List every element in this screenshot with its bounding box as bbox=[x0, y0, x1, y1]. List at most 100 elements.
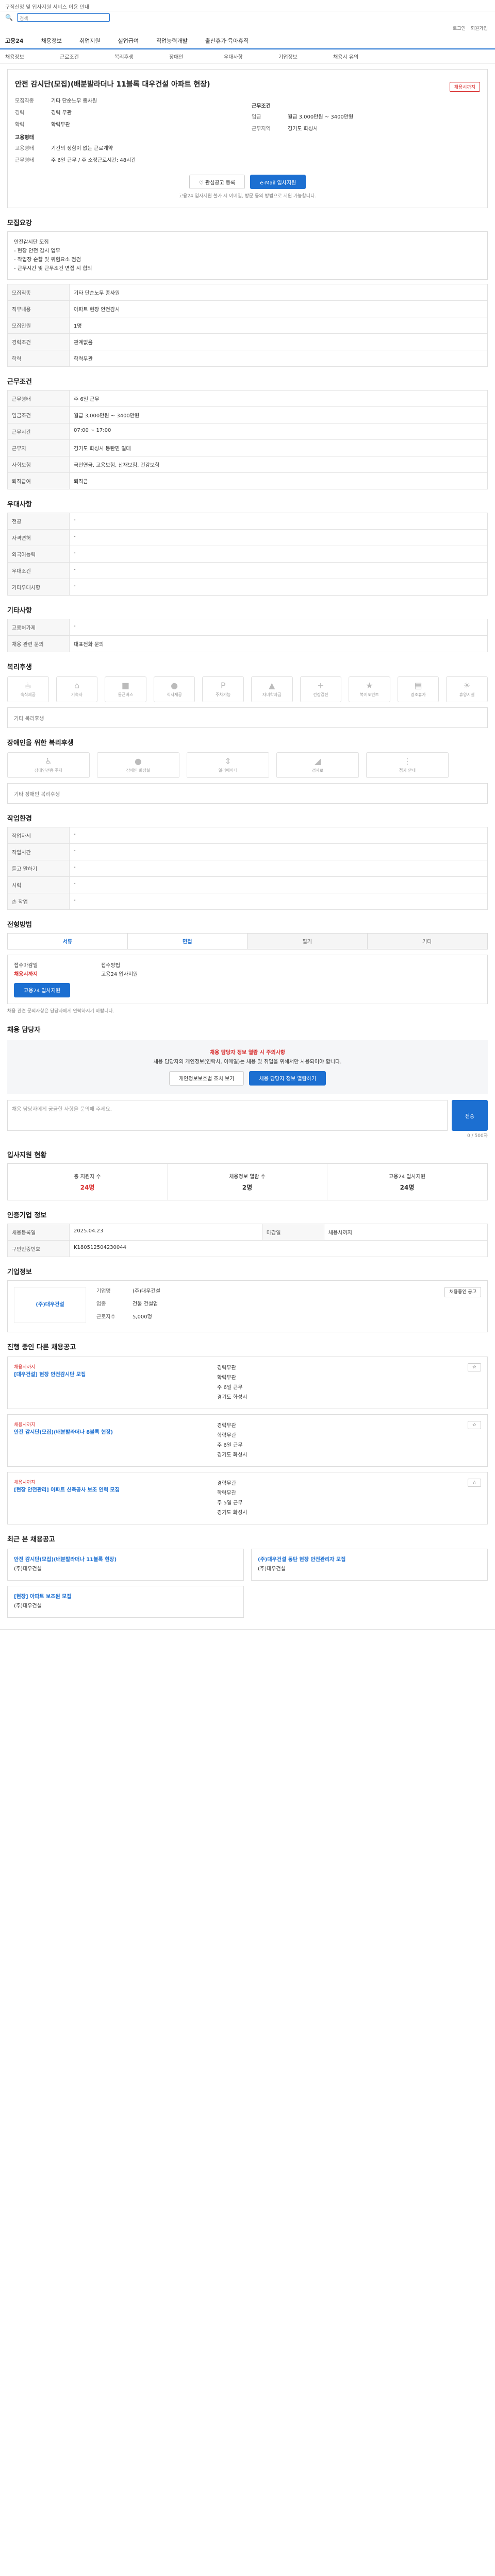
company-box: (주)대우건설 기업명 (주)대우건설 업종 건물 건설업 근로자수 5,000명 채… bbox=[7, 1280, 488, 1332]
table-value: 채용시까지 bbox=[323, 1223, 488, 1241]
table-value: 2025.04.23 bbox=[69, 1223, 262, 1241]
scrap-label: 관심공고 등록 bbox=[205, 180, 236, 186]
stat-value: 2명 bbox=[242, 1183, 253, 1191]
house-icon: ⌂ bbox=[74, 681, 79, 690]
job-card-title[interactable]: 안전 감시단(모집)(배분발라더나 8블록 현장) bbox=[14, 1428, 210, 1435]
kv-value: 월급 3,000만원 ~ 3400만원 bbox=[288, 114, 354, 120]
welfare-label: 건강검진 bbox=[313, 692, 328, 697]
section-title: 기업정보 bbox=[7, 1268, 32, 1276]
footer bbox=[0, 1629, 495, 1665]
bus-icon: ■ bbox=[121, 681, 130, 690]
disability-label: 경사로 bbox=[311, 768, 324, 773]
view-contact-button[interactable]: 채용 담당자 정보 열람하기 bbox=[249, 1071, 326, 1086]
apply-key: 접수마감일 bbox=[14, 962, 38, 969]
anchor-tab[interactable]: 우대사항 bbox=[224, 53, 278, 60]
util-menu: 로그인 회원가입 bbox=[0, 24, 495, 33]
gnb-item[interactable]: 출산휴가·육아휴직 bbox=[205, 37, 249, 45]
method-tab[interactable]: 기타 bbox=[367, 933, 487, 949]
recent-job-title[interactable]: (주)대우건설 동탄 현장 안전관리자 모집 bbox=[258, 1555, 481, 1565]
job-meta: 경기도 화성시 bbox=[217, 1452, 248, 1458]
login-link[interactable]: 로그인 bbox=[453, 25, 466, 32]
kv-value: 건물 건설업 bbox=[133, 1301, 158, 1307]
job-card[interactable]: 채용시까지 안전 감시단(모집)(배분발라더나 8블록 현장) 경력무관 학력무관 주… bbox=[7, 1414, 488, 1467]
method-tab[interactable]: 면접 bbox=[127, 933, 248, 949]
disability-label: 점자 안내 bbox=[399, 768, 416, 773]
desc-line: - 현장 안전 감시 업무 bbox=[14, 248, 60, 254]
search-icon: 🔍 bbox=[5, 14, 13, 21]
table-row: 모집인원 1명 bbox=[7, 316, 488, 334]
welfare-etc: 기타 복리후생 bbox=[7, 707, 488, 728]
table-row: 손 작업 - bbox=[7, 892, 488, 910]
job-meta: 주 6일 근무 bbox=[217, 1442, 243, 1448]
qa-input[interactable]: 채용 담당자에게 궁금한 사항을 문의해 주세요. bbox=[7, 1100, 448, 1131]
search-input[interactable]: 검색 bbox=[16, 13, 110, 22]
gnb-item[interactable]: 채용정보 bbox=[41, 37, 62, 45]
table-row: 모집직종 기타 단순노무 종사원 bbox=[7, 283, 488, 301]
apply-note: 채용 관련 문의사항은 담당자에게 연락하시기 바랍니다. bbox=[7, 1008, 114, 1014]
welfare-item: ☕ 숙식제공 bbox=[7, 676, 49, 702]
table-key: 작업자세 bbox=[7, 826, 70, 844]
table-value: - bbox=[69, 876, 488, 893]
stat-label: 총 지원자 수 bbox=[74, 1174, 101, 1180]
welfare-item: ▲ 자녀학자금 bbox=[251, 676, 293, 702]
kv-key: 근로자수 bbox=[96, 1314, 116, 1320]
section-title: 최근 본 채용공고 bbox=[7, 1535, 55, 1544]
table-value: 경기도 화성시 동탄면 일대 bbox=[69, 439, 488, 456]
table-row: 사회보험 국민연금, 고용보험, 산재보험, 건강보험 bbox=[7, 455, 488, 473]
bookmark-icon[interactable]: ☆ bbox=[467, 1478, 481, 1487]
disability-etc: 기타 장애인 복리후생 bbox=[7, 783, 488, 804]
gnb-item[interactable]: 직업능력개발 bbox=[156, 37, 188, 45]
anchor-tab[interactable]: 장애인 bbox=[169, 53, 224, 60]
job-tag: 채용시까지 bbox=[14, 1422, 36, 1428]
table-value: 1명 bbox=[69, 316, 488, 334]
scrap-button[interactable]: ♡ 관심공고 등록 bbox=[189, 175, 245, 189]
job-meta: 경력무관 bbox=[217, 1365, 236, 1371]
resort-icon: ☀ bbox=[463, 681, 471, 690]
signup-link[interactable]: 회원가입 bbox=[471, 25, 488, 32]
logo[interactable]: 고용24 bbox=[5, 37, 24, 45]
recent-job-card[interactable]: 안전 감시단(모집)(배분발라더나 11블록 현장) (주)대우건설 bbox=[7, 1548, 244, 1581]
parking-icon: P bbox=[220, 681, 226, 690]
section-title: 진행 중인 다른 채용공고 bbox=[7, 1343, 76, 1351]
bookmark-icon[interactable]: ☆ bbox=[467, 1420, 481, 1429]
kv-value: 경기도 화성시 bbox=[288, 126, 318, 132]
privacy-button[interactable]: 개인정보보호법 조치 보기 bbox=[169, 1071, 244, 1086]
recent-job-title[interactable]: [현장] 아파트 보조원 모집 bbox=[14, 1592, 237, 1602]
qa-counter: 0 / 500자 bbox=[467, 1133, 488, 1139]
anchor-tab[interactable]: 채용정보 bbox=[5, 53, 60, 60]
kv-key: 경력 bbox=[15, 110, 25, 116]
recent-job-title[interactable]: 안전 감시단(모집)(배분발라더나 11블록 현장) bbox=[14, 1555, 237, 1565]
qa-send-button[interactable]: 전송 bbox=[452, 1100, 488, 1131]
table-row: 전공 - bbox=[7, 512, 488, 530]
method-tab[interactable]: 서류 bbox=[8, 933, 128, 949]
table-key: 근무형태 bbox=[7, 389, 70, 407]
anchor-tab[interactable]: 복리후생 bbox=[114, 53, 169, 60]
table-row: 학력 학력무관 bbox=[7, 349, 488, 367]
job-card[interactable]: 채용시까지 [대우건설] 현장 안전감시단 모집 경력무관 학력무관 주 6일 근무 경… bbox=[7, 1356, 488, 1409]
disability-item: ● 장애인 화장실 bbox=[97, 752, 179, 778]
kv-value: (주)대우건설 bbox=[133, 1288, 160, 1294]
kv-value: 경력 무관 bbox=[51, 110, 72, 116]
apply-button[interactable]: e-Mail 입사지원 bbox=[250, 175, 306, 189]
table-value: - bbox=[69, 545, 488, 563]
table-value: - bbox=[69, 578, 488, 596]
method-tab[interactable]: 필기 bbox=[248, 933, 368, 949]
company-jobs-button[interactable]: 채용중인 공고 bbox=[444, 1286, 481, 1297]
top-search-bar: 🔍 검색 bbox=[0, 11, 495, 24]
bookmark-icon[interactable]: ☆ bbox=[467, 1363, 481, 1371]
table-key: 퇴직급여 bbox=[7, 472, 70, 489]
anchor-tab[interactable]: 기업정보 bbox=[278, 53, 333, 60]
gnb-item[interactable]: 실업급여 bbox=[118, 37, 139, 45]
recent-job-card[interactable]: (주)대우건설 동탄 현장 안전관리자 모집 (주)대우건설 bbox=[251, 1548, 488, 1581]
apply-submit-button[interactable]: 고용24 입사지원 bbox=[14, 982, 71, 997]
anchor-tab[interactable]: 근로조건 bbox=[60, 53, 114, 60]
job-card-title[interactable]: [대우건설] 현장 안전감시단 모집 bbox=[14, 1370, 210, 1378]
recent-job-card[interactable]: [현장] 아파트 보조원 모집 (주)대우건설 bbox=[7, 1585, 244, 1618]
table-value: - bbox=[69, 529, 488, 546]
job-card[interactable]: 채용시까지 [현장 안전관리] 아파트 신축공사 보조 인력 모집 경력무관 학력무… bbox=[7, 1471, 488, 1524]
job-card-title[interactable]: [현장 안전관리] 아파트 신축공사 보조 인력 모집 bbox=[14, 1485, 210, 1493]
gnb-item[interactable]: 취업지원 bbox=[79, 37, 100, 45]
table-value: - bbox=[69, 562, 488, 579]
anchor-tab[interactable]: 채용시 유의 bbox=[333, 53, 388, 60]
stat-item: 채용정보 열람 수 2명 bbox=[168, 1163, 327, 1200]
